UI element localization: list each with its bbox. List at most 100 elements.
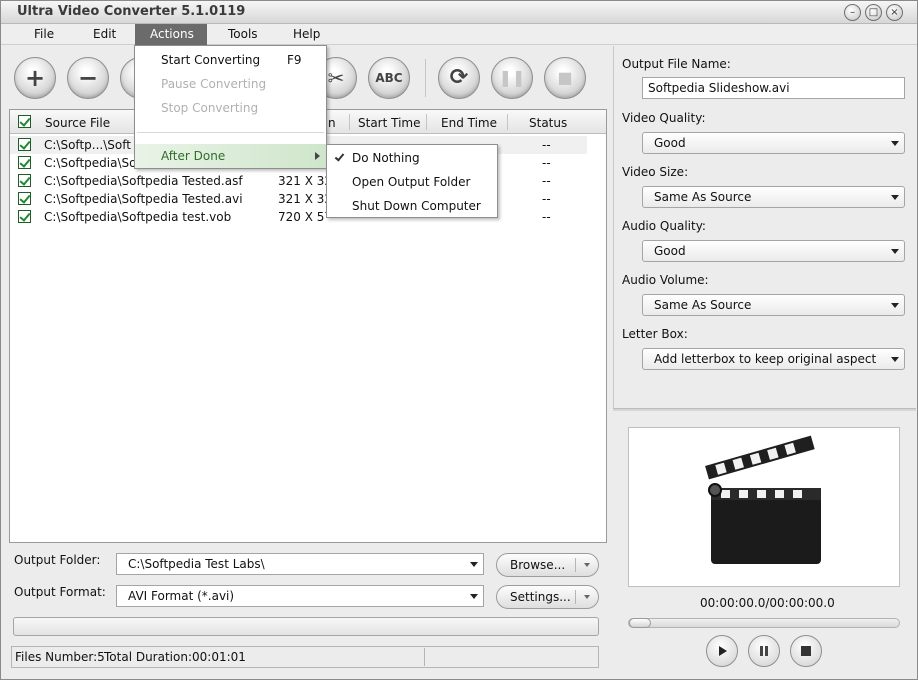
panel-splitter[interactable] [613, 408, 916, 411]
menu-item-label: Pause Converting [161, 77, 267, 91]
minimize-icon[interactable]: – [844, 4, 861, 21]
video-size-value: Same As Source [654, 190, 752, 204]
output-folder-label: Output Folder: [14, 553, 101, 567]
video-quality-label: Video Quality: [622, 111, 706, 125]
output-file-name-label: Output File Name: [622, 57, 731, 71]
row-status: -- [542, 138, 551, 152]
column-duration[interactable]: n [328, 110, 336, 134]
pause-icon: ❚❚ [498, 68, 526, 87]
letterbox-value: Add letterbox to keep original aspect [654, 352, 877, 366]
column-end-time[interactable]: End Time [441, 110, 497, 134]
row-checkbox[interactable] [18, 192, 31, 205]
playback-time: 00:00:00.0/00:00:00.0 [700, 596, 835, 610]
table-row[interactable]: C:\Softpedia\Softpedia Tested.avi 321 X … [10, 190, 606, 208]
output-file-name-input[interactable]: Softpedia Slideshow.avi [642, 77, 905, 99]
settings-button[interactable]: Settings... [496, 585, 599, 609]
chevron-down-icon[interactable] [584, 563, 590, 567]
column-divider [426, 114, 427, 130]
menu-item-label: Open Output Folder [352, 175, 471, 189]
menu-item-stop-converting[interactable]: Stop Converting [135, 96, 326, 120]
title-bar: Ultra Video Converter 5.1.0119 – □ × [1, 1, 917, 24]
audio-volume-value: Same As Source [654, 298, 752, 312]
column-start-time[interactable]: Start Time [358, 110, 421, 134]
row-status: -- [542, 210, 551, 224]
table-row[interactable]: C:\Softpedia\Softpedia test.vob 720 X 57… [10, 208, 606, 226]
close-icon[interactable]: × [886, 4, 903, 21]
chevron-down-icon [470, 562, 478, 567]
column-divider [507, 114, 508, 130]
menu-item-after-done[interactable]: After Done [135, 144, 326, 168]
status-bar: Files Number:5 Total Duration:00:01:01 [11, 646, 599, 668]
chevron-down-icon [891, 195, 899, 200]
letterbox-select[interactable]: Add letterbox to keep original aspect [642, 348, 905, 370]
row-source: C:\Softpedia\Softpedia test.vob [44, 210, 232, 224]
output-format-label: Output Format: [14, 585, 106, 599]
pause-icon [760, 646, 768, 656]
actions-menu: Start Converting F9 Pause Converting Sto… [134, 45, 327, 169]
menu-item-shut-down-computer[interactable]: Shut Down Computer [327, 194, 497, 218]
seek-slider-thumb[interactable] [629, 618, 651, 628]
column-divider [349, 114, 350, 130]
row-size: 321 X 32 [278, 174, 326, 188]
chevron-down-icon [891, 303, 899, 308]
menu-item-label: Start Converting [161, 53, 261, 67]
settings-label: Settings... [510, 590, 571, 604]
menu-file[interactable]: File [20, 24, 68, 45]
row-checkbox[interactable] [18, 174, 31, 187]
add-file-button[interactable]: + [14, 57, 56, 99]
play-button[interactable] [706, 635, 738, 667]
menu-item-label: Shut Down Computer [352, 199, 481, 213]
output-folder-select[interactable]: C:\Softpedia Test Labs\ [116, 553, 484, 575]
output-format-select[interactable]: AVI Format (*.avi) [116, 585, 484, 607]
after-done-submenu: Do Nothing Open Output Folder Shut Down … [326, 144, 498, 218]
row-source: C:\Softpedia\Softpedia Tested.avi [44, 192, 243, 206]
menu-tools[interactable]: Tools [214, 24, 272, 45]
convert-button[interactable]: ⟳ [438, 57, 480, 99]
row-size: 720 X 57 [278, 210, 326, 224]
conversion-progress-bar [13, 617, 599, 636]
rename-button[interactable]: ABC [368, 57, 410, 99]
video-size-select[interactable]: Same As Source [642, 186, 905, 208]
column-status[interactable]: Status [529, 110, 567, 134]
pause-button[interactable]: ❚❚ [491, 57, 533, 99]
row-checkbox[interactable] [18, 210, 31, 223]
row-status: -- [542, 156, 551, 170]
menu-help[interactable]: Help [279, 24, 334, 45]
menu-item-shortcut: F9 [287, 53, 302, 67]
stop-button[interactable]: ■ [544, 57, 586, 99]
menu-item-pause-converting[interactable]: Pause Converting [135, 72, 326, 96]
row-checkbox[interactable] [18, 156, 31, 169]
toolbar-separator [425, 59, 426, 97]
remove-file-button[interactable]: − [67, 57, 109, 99]
menu-item-start-converting[interactable]: Start Converting F9 [135, 48, 326, 72]
audio-quality-select[interactable]: Good [642, 240, 905, 262]
audio-quality-value: Good [654, 244, 686, 258]
chevron-down-icon [891, 141, 899, 146]
row-source: C:\Softp...\Soft [44, 138, 131, 152]
files-count: Files Number:5 [15, 650, 105, 664]
menu-actions[interactable]: Actions [135, 24, 207, 45]
button-divider [575, 558, 576, 572]
video-quality-value: Good [654, 136, 686, 150]
seek-slider[interactable] [628, 618, 900, 628]
menu-item-do-nothing[interactable]: Do Nothing [327, 146, 497, 170]
player-pause-button[interactable] [748, 635, 780, 667]
output-folder-value: C:\Softpedia Test Labs\ [128, 557, 265, 571]
row-source: C:\Softpedia\Sof [44, 156, 140, 170]
chevron-down-icon [891, 249, 899, 254]
chevron-right-icon [315, 152, 320, 160]
maximize-icon[interactable]: □ [865, 4, 882, 21]
table-row[interactable]: C:\Softpedia\Softpedia Tested.asf 321 X … [10, 172, 606, 190]
video-quality-select[interactable]: Good [642, 132, 905, 154]
chevron-down-icon[interactable] [584, 595, 590, 599]
browse-button[interactable]: Browse... [496, 553, 599, 577]
audio-quality-label: Audio Quality: [622, 219, 706, 233]
row-checkbox[interactable] [18, 138, 31, 151]
audio-volume-select[interactable]: Same As Source [642, 294, 905, 316]
menu-item-open-output-folder[interactable]: Open Output Folder [327, 170, 497, 194]
menu-edit[interactable]: Edit [79, 24, 130, 45]
player-stop-button[interactable] [790, 635, 822, 667]
column-source-file[interactable]: Source File [45, 110, 110, 134]
select-all-checkbox[interactable] [18, 115, 31, 128]
stop-icon [801, 646, 811, 656]
